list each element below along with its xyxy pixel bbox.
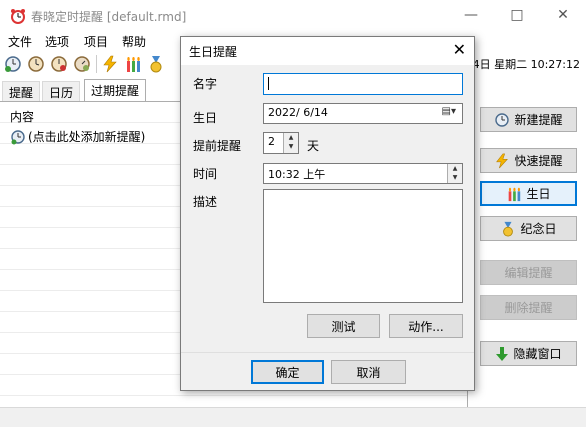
dialog-title-bar: 生日提醒 ✕ <box>181 37 474 65</box>
cancel-button[interactable]: 取消 <box>331 360 406 384</box>
lightning-icon <box>496 153 509 168</box>
toolbar-separator <box>96 55 97 73</box>
time-spin-icon[interactable]: ▲ ▼ <box>447 164 462 183</box>
quick-reminder-button[interactable]: 快速提醒 <box>480 148 577 173</box>
birthday-label: 生日 <box>526 187 551 201</box>
list-item-label: (点击此处添加新提醒) <box>28 130 146 144</box>
hide-window-label: 隐藏窗口 <box>513 347 562 361</box>
add-reminder-icon[interactable] <box>4 55 22 73</box>
clock-icon[interactable] <box>27 55 45 73</box>
title-bar: 春晓定时提醒 [default.rmd] — □ ✕ <box>0 0 586 31</box>
alarm-icon[interactable] <box>50 55 68 73</box>
menu-project[interactable]: 项目 <box>84 33 108 50</box>
ok-button[interactable]: 确定 <box>251 360 324 384</box>
birthday-button[interactable]: 生日 <box>480 181 577 206</box>
new-reminder-button[interactable]: 新建提醒 <box>480 107 577 132</box>
maximize-button[interactable]: □ <box>494 0 540 31</box>
delete-reminder-button[interactable]: 删除提醒 <box>480 295 577 320</box>
birthday-date-picker[interactable]: 2022/ 6/14 ▤▾ <box>263 103 463 124</box>
dialog-footer: 确定 取消 <box>181 352 474 390</box>
delete-reminder-label: 删除提醒 <box>504 301 553 315</box>
alarm-clock-icon <box>11 9 25 24</box>
alarm-settings-icon[interactable] <box>73 55 91 73</box>
menu-options[interactable]: 选项 <box>45 33 69 50</box>
description-label: 描述 <box>193 195 218 209</box>
calendar-dropdown-icon[interactable]: ▤▾ <box>442 106 456 117</box>
window-title: 春晓定时提醒 [default.rmd] <box>31 10 187 24</box>
medal-icon <box>503 221 514 237</box>
tab-calendar[interactable]: 日历 <box>42 81 81 101</box>
minimize-button[interactable]: — <box>448 0 494 31</box>
birthday-label: 生日 <box>193 111 218 125</box>
edit-reminder-button[interactable]: 编辑提醒 <box>480 260 577 285</box>
list-item[interactable]: (点击此处添加新提醒) <box>10 128 145 145</box>
birthday-date-value: 2022/ 6/14 <box>268 106 328 119</box>
advance-days-stepper[interactable]: 2 ▲ ▼ <box>263 132 299 154</box>
anniversary-button[interactable]: 纪念日 <box>480 216 577 241</box>
action-button[interactable]: 动作... <box>389 314 463 338</box>
test-button[interactable]: 测试 <box>307 314 380 338</box>
tab-expired-reminders[interactable]: 过期提醒 <box>84 79 147 101</box>
advance-days-value: 2 <box>268 135 275 148</box>
name-input[interactable] <box>263 73 463 95</box>
dialog-close-icon[interactable]: ✕ <box>453 40 466 59</box>
time-picker[interactable]: 10:32 上午 ▲ ▼ <box>263 163 463 184</box>
anniversary-label: 纪念日 <box>520 222 557 236</box>
name-label: 名字 <box>193 77 218 91</box>
description-textarea[interactable] <box>263 189 463 303</box>
down-arrow-icon <box>496 346 509 361</box>
birthday-candles-icon <box>509 187 521 201</box>
current-datetime: 4日 星期二 10:27:12 <box>472 58 580 71</box>
quick-reminder-label: 快速提醒 <box>514 154 563 168</box>
tab-reminders[interactable]: 提醒 <box>2 81 41 101</box>
hide-window-button[interactable]: 隐藏窗口 <box>480 341 577 366</box>
time-label: 时间 <box>193 167 218 181</box>
list-column-content[interactable]: 内容 <box>10 108 34 125</box>
close-button[interactable]: ✕ <box>540 0 586 31</box>
status-bar <box>0 407 586 427</box>
birthday-candles-icon[interactable] <box>124 55 142 73</box>
add-reminder-icon <box>11 129 25 144</box>
new-reminder-label: 新建提醒 <box>514 113 563 127</box>
text-caret <box>268 76 269 90</box>
lightning-icon[interactable] <box>101 55 119 73</box>
clock-icon <box>495 112 510 127</box>
edit-reminder-label: 编辑提醒 <box>504 266 553 280</box>
dialog-title: 生日提醒 <box>189 45 238 59</box>
menu-help[interactable]: 帮助 <box>122 33 146 50</box>
time-value: 10:32 上午 <box>268 168 326 181</box>
advance-label: 提前提醒 <box>193 139 242 153</box>
advance-unit-label: 天 <box>307 139 320 153</box>
advance-spin-icon[interactable]: ▲ ▼ <box>283 133 298 153</box>
medal-icon[interactable] <box>147 55 165 73</box>
menu-file[interactable]: 文件 <box>8 33 32 50</box>
birthday-reminder-dialog: 生日提醒 ✕ 名字 生日 2022/ 6/14 ▤▾ 提前提醒 2 ▲ ▼ 天 时… <box>180 36 475 391</box>
dialog-body: 名字 生日 2022/ 6/14 ▤▾ 提前提醒 2 ▲ ▼ 天 时间 10:32… <box>181 65 474 352</box>
